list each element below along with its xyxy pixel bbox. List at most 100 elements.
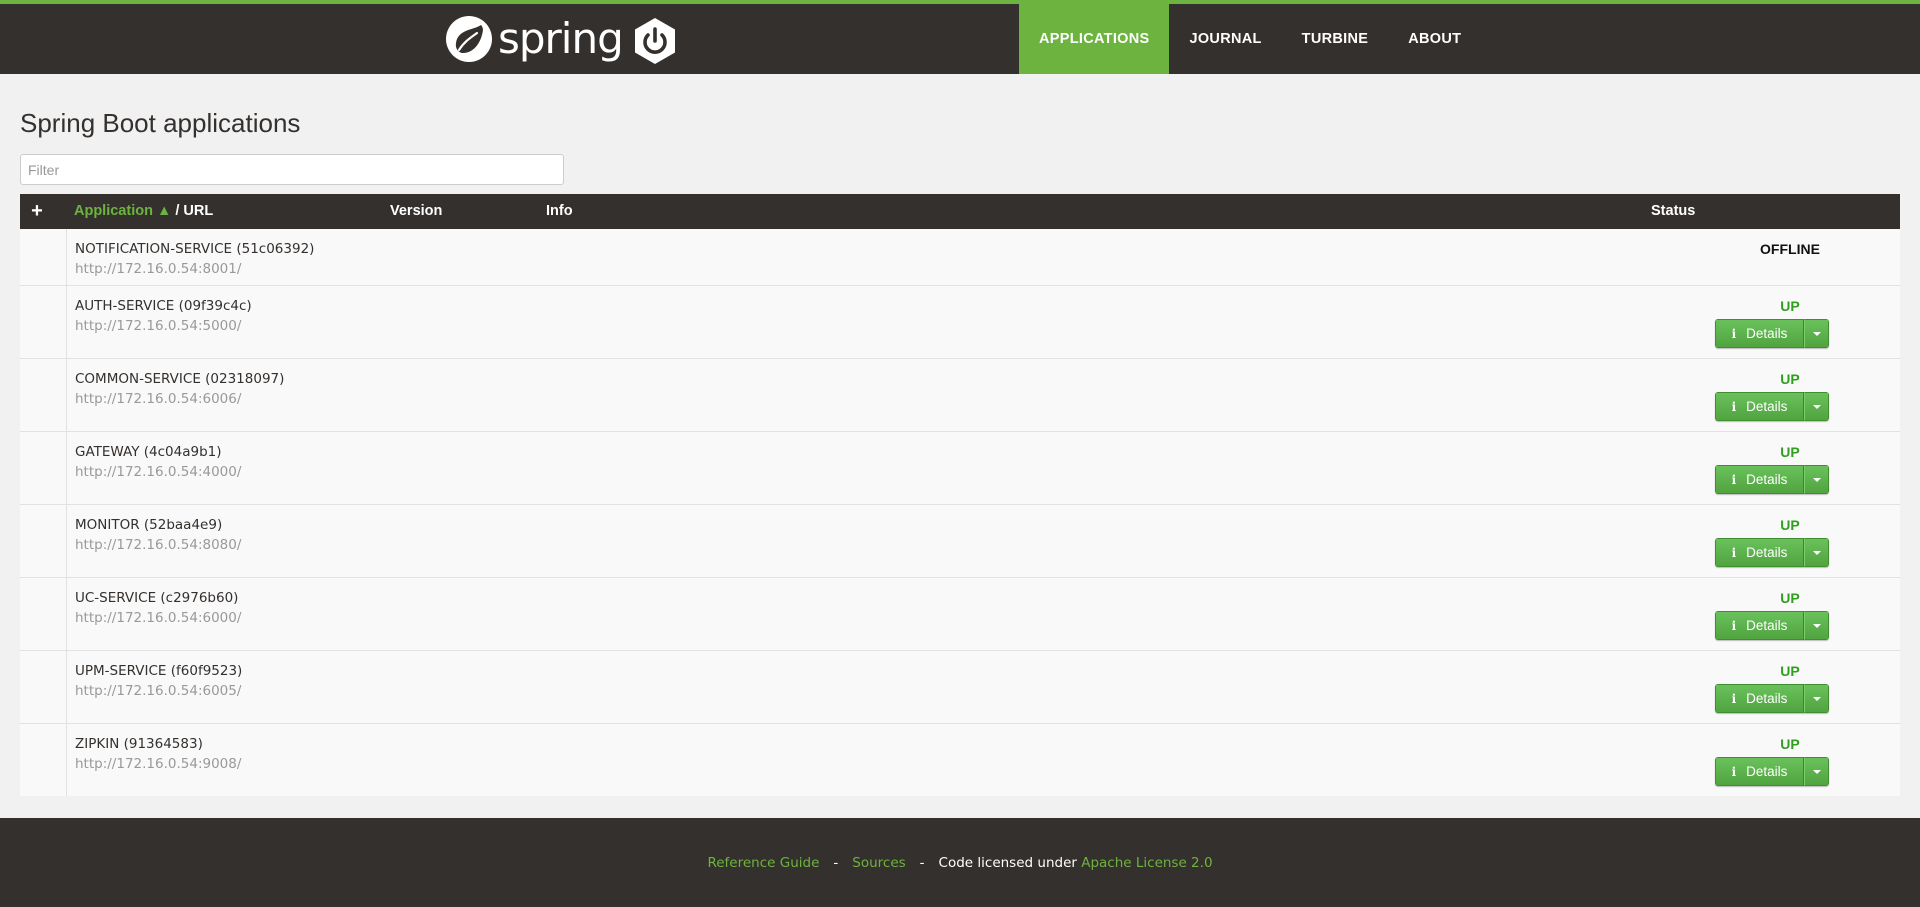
details-button[interactable]: i Details <box>1715 319 1804 348</box>
caret-down-icon <box>1812 331 1821 336</box>
info-icon: i <box>1731 618 1737 633</box>
license-text: Code licensed under <box>938 854 1082 871</box>
row-expand-cell[interactable] <box>20 432 67 504</box>
caret-down-icon <box>1812 477 1821 482</box>
info-icon: i <box>1731 472 1737 487</box>
app-name: MONITOR (52baa4e9) <box>75 517 223 533</box>
status-badge: OFFLINE <box>1760 241 1820 257</box>
column-version: Version <box>390 203 443 219</box>
app-name: COMMON-SERVICE (02318097) <box>75 371 285 387</box>
footer-separator: - <box>833 854 839 871</box>
table-row: AUTH-SERVICE (09f39c4c) http://172.16.0.… <box>20 286 1900 359</box>
column-url-label: / URL <box>171 203 214 219</box>
details-dropdown-toggle[interactable] <box>1804 392 1829 421</box>
details-label: Details <box>1746 545 1788 560</box>
table-row: MONITOR (52baa4e9) http://172.16.0.54:80… <box>20 505 1900 578</box>
details-button-group: i Details <box>1715 684 1829 713</box>
row-expand-cell[interactable] <box>20 651 67 723</box>
expand-all-plus-icon[interactable]: + <box>26 194 48 229</box>
row-expand-cell[interactable] <box>20 578 67 650</box>
details-label: Details <box>1746 618 1788 633</box>
apache-license-link[interactable]: Apache License 2.0 <box>1081 855 1212 871</box>
reference-guide-link[interactable]: Reference Guide <box>707 855 819 871</box>
sources-link[interactable]: Sources <box>852 855 905 871</box>
details-button-group: i Details <box>1715 757 1829 786</box>
row-expand-cell[interactable] <box>20 229 67 285</box>
row-expand-cell[interactable] <box>20 724 67 796</box>
app-url[interactable]: http://172.16.0.54:6000/ <box>75 610 241 626</box>
app-url[interactable]: http://172.16.0.54:4000/ <box>75 464 241 480</box>
app-name: UC-SERVICE (c2976b60) <box>75 590 239 606</box>
info-icon: i <box>1731 691 1737 706</box>
spring-leaf-icon <box>446 16 492 62</box>
caret-down-icon <box>1812 696 1821 701</box>
status-badge: UP <box>1780 663 1800 679</box>
details-button[interactable]: i Details <box>1715 757 1804 786</box>
details-button[interactable]: i Details <box>1715 392 1804 421</box>
details-button[interactable]: i Details <box>1715 611 1804 640</box>
filter-input[interactable] <box>20 154 564 185</box>
table-row: COMMON-SERVICE (02318097) http://172.16.… <box>20 359 1900 432</box>
app-url[interactable]: http://172.16.0.54:8080/ <box>75 537 241 553</box>
table-header: + Application ▲ / URL Version Info Statu… <box>20 194 1900 229</box>
table-row: GATEWAY (4c04a9b1) http://172.16.0.54:40… <box>20 432 1900 505</box>
app-name: NOTIFICATION-SERVICE (51c06392) <box>75 241 315 257</box>
caret-down-icon <box>1812 623 1821 628</box>
logo-text: spring <box>498 14 624 63</box>
details-dropdown-toggle[interactable] <box>1804 538 1829 567</box>
app-name: UPM-SERVICE (f60f9523) <box>75 663 243 679</box>
caret-down-icon <box>1812 769 1821 774</box>
details-button-group: i Details <box>1715 611 1829 640</box>
details-button-group: i Details <box>1715 392 1829 421</box>
column-application[interactable]: Application ▲ / URL <box>74 194 213 229</box>
app-url[interactable]: http://172.16.0.54:8001/ <box>75 261 241 277</box>
status-badge: UP <box>1780 517 1800 533</box>
page-title: Spring Boot applications <box>20 108 301 138</box>
app-url[interactable]: http://172.16.0.54:9008/ <box>75 756 241 772</box>
details-label: Details <box>1746 399 1788 414</box>
details-label: Details <box>1746 472 1788 487</box>
footer-separator: - <box>919 854 925 871</box>
details-dropdown-toggle[interactable] <box>1804 611 1829 640</box>
details-dropdown-toggle[interactable] <box>1804 757 1829 786</box>
details-dropdown-toggle[interactable] <box>1804 684 1829 713</box>
info-icon: i <box>1731 326 1737 341</box>
sort-ascending-icon: ▲ <box>156 203 172 219</box>
nav-turbine[interactable]: TURBINE <box>1282 4 1389 74</box>
row-expand-cell[interactable] <box>20 359 67 431</box>
details-label: Details <box>1746 691 1788 706</box>
details-button[interactable]: i Details <box>1715 684 1804 713</box>
details-dropdown-toggle[interactable] <box>1804 319 1829 348</box>
status-badge: UP <box>1780 371 1800 387</box>
row-expand-cell[interactable] <box>20 286 67 358</box>
details-label: Details <box>1746 764 1788 779</box>
details-label: Details <box>1746 326 1788 341</box>
info-icon: i <box>1731 399 1737 414</box>
nav-about[interactable]: ABOUT <box>1388 4 1481 74</box>
caret-down-icon <box>1812 404 1821 409</box>
app-url[interactable]: http://172.16.0.54:6005/ <box>75 683 241 699</box>
column-info: Info <box>546 203 573 219</box>
table-row: NOTIFICATION-SERVICE (51c06392) http://1… <box>20 229 1900 286</box>
applications-table: + Application ▲ / URL Version Info Statu… <box>20 194 1900 796</box>
row-expand-cell[interactable] <box>20 505 67 577</box>
details-button[interactable]: i Details <box>1715 538 1804 567</box>
caret-down-icon <box>1812 550 1821 555</box>
sort-application-link[interactable]: Application <box>74 203 153 219</box>
status-badge: UP <box>1780 298 1800 314</box>
app-name: AUTH-SERVICE (09f39c4c) <box>75 298 252 314</box>
details-button[interactable]: i Details <box>1715 465 1804 494</box>
details-button-group: i Details <box>1715 319 1829 348</box>
table-row: ZIPKIN (91364583) http://172.16.0.54:900… <box>20 724 1900 796</box>
app-url[interactable]: http://172.16.0.54:6006/ <box>75 391 241 407</box>
status-badge: UP <box>1780 444 1800 460</box>
app-url[interactable]: http://172.16.0.54:5000/ <box>75 318 241 334</box>
info-icon: i <box>1731 545 1737 560</box>
app-name: ZIPKIN (91364583) <box>75 736 203 752</box>
details-dropdown-toggle[interactable] <box>1804 465 1829 494</box>
spring-logo[interactable]: spring <box>446 14 624 64</box>
nav-applications[interactable]: APPLICATIONS <box>1019 4 1170 74</box>
details-button-group: i Details <box>1715 465 1829 494</box>
nav-journal[interactable]: JOURNAL <box>1169 4 1281 74</box>
column-status: Status <box>1651 203 1696 219</box>
